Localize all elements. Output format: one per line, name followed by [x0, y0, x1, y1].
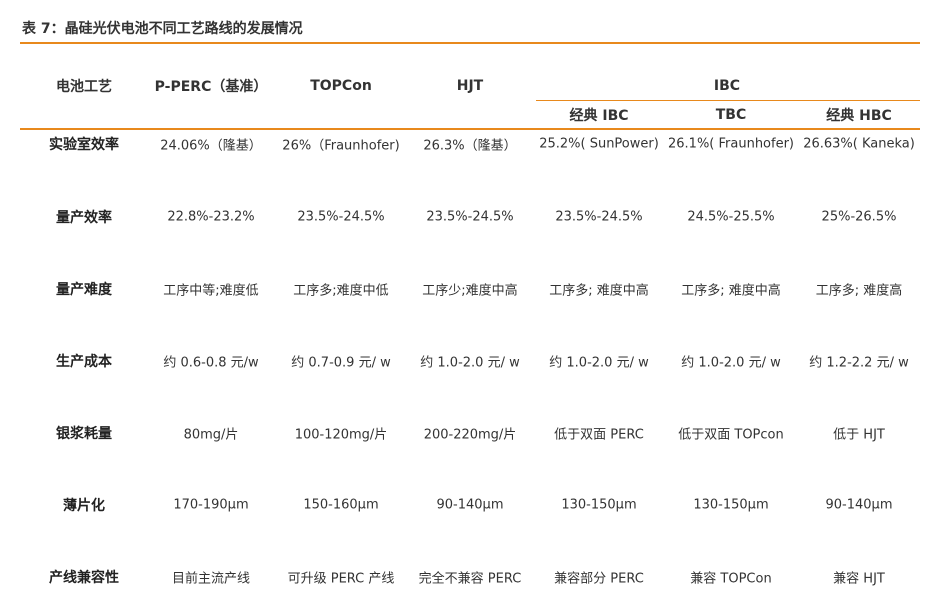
table-cell: 工序中等;难度低: [163, 283, 259, 299]
row-label: 生产成本: [56, 354, 112, 370]
row-label: 薄片化: [63, 498, 105, 514]
table-cell: 工序少;难度中高: [422, 283, 518, 299]
table-cell: 26%（Fraunhofer): [282, 138, 400, 154]
table-cell: 26.63%( Kaneka): [803, 136, 915, 152]
table-cell: 工序多; 难度中高: [681, 283, 781, 299]
table-cell: 低于双面 TOPcon: [678, 427, 784, 443]
top-rule: [20, 42, 920, 44]
table-cell: 约 1.0-2.0 元/ w: [420, 355, 520, 371]
table-cell: 约 1.2-2.2 元/ w: [809, 355, 909, 371]
table-cell: 可升级 PERC 产线: [287, 571, 395, 587]
table-cell: 25%-26.5%: [821, 209, 897, 225]
header-process-label: 电池工艺: [56, 79, 112, 95]
table-cell: 低于双面 PERC: [554, 427, 644, 443]
header-col-topcon: TOPCon: [310, 78, 372, 94]
table-cell: 24.06%（隆基）: [160, 138, 262, 154]
table-cell: 约 1.0-2.0 元/ w: [549, 355, 649, 371]
table-cell: 130-150μm: [561, 497, 637, 513]
table-cell: 26.1%( Fraunhofer): [667, 136, 795, 152]
table-cell: 22.8%-23.2%: [167, 209, 255, 225]
table-cell: 23.5%-24.5%: [426, 209, 514, 225]
row-label: 银浆耗量: [56, 426, 112, 442]
page-title: 表 7：晶硅光伏电池不同工艺路线的发展情况: [22, 21, 303, 37]
table-cell: 兼容部分 PERC: [554, 571, 644, 587]
table-cell: 约 1.0-2.0 元/ w: [681, 355, 781, 371]
ibc-sub-rule: [536, 100, 920, 101]
table-cell: 23.5%-24.5%: [297, 209, 385, 225]
table-cell: 兼容 HJT: [833, 571, 885, 587]
table-cell: 完全不兼容 PERC: [418, 571, 522, 587]
table-cell: 工序多; 难度中高: [549, 283, 649, 299]
table-cell: 约 0.6-0.8 元/w: [163, 355, 259, 371]
table-cell: 工序多; 难度高: [815, 283, 903, 299]
row-label: 量产效率: [56, 210, 112, 226]
row-label: 实验室效率: [49, 137, 119, 153]
table-cell: 工序多;难度中低: [293, 283, 389, 299]
table-cell: 80mg/片: [183, 427, 239, 443]
table-cell: 90-140μm: [436, 497, 504, 513]
header-col-hbc: 经典 HBC: [826, 108, 892, 124]
table-cell: 150-160μm: [303, 497, 379, 513]
table-cell: 目前主流产线: [171, 571, 251, 587]
header-ibc-group: IBC: [713, 78, 741, 94]
table-cell: 200-220mg/片: [423, 427, 517, 443]
header-col-hjt: HJT: [456, 78, 484, 94]
table-cell: 低于 HJT: [833, 427, 885, 443]
row-label: 量产难度: [56, 282, 112, 298]
header-col-classic-ibc: 经典 IBC: [569, 108, 629, 124]
table-cell: 约 0.7-0.9 元/ w: [291, 355, 391, 371]
table-cell: 23.5%-24.5%: [555, 209, 643, 225]
table-cell: 130-150μm: [693, 497, 769, 513]
table-cell: 100-120mg/片: [294, 427, 388, 443]
table-cell: 24.5%-25.5%: [687, 209, 775, 225]
table-cell: 兼容 TOPCon: [690, 571, 772, 587]
header-rule: [20, 128, 920, 130]
row-label: 产线兼容性: [49, 570, 119, 586]
table-cell: 25.2%( SunPower): [539, 136, 659, 152]
table-cell: 170-190μm: [173, 497, 249, 513]
table-cell: 90-140μm: [825, 497, 893, 513]
table-cell: 26.3%（隆基）: [423, 138, 517, 154]
header-col-tbc: TBC: [715, 107, 747, 123]
header-col-perc: P-PERC（基准）: [154, 79, 268, 95]
